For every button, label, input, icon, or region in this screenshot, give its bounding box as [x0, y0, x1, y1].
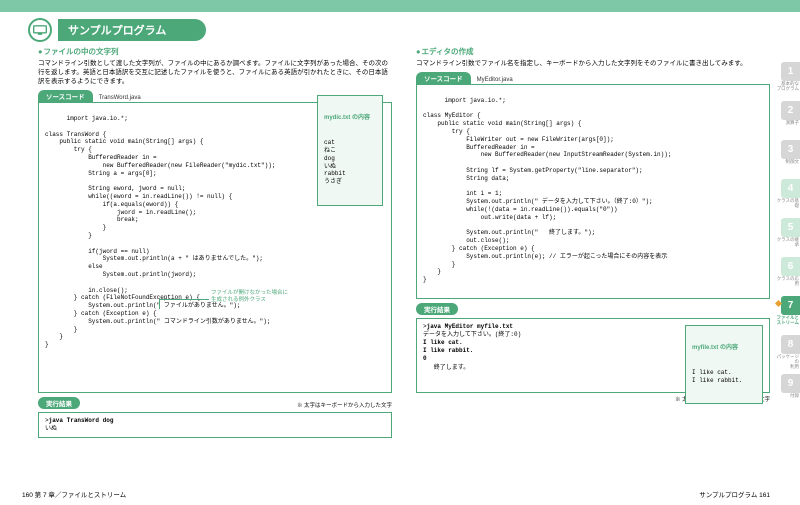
chapter-tabs: 1基本的なプログラム2演算子3制御文4クラスの基礎5クラスの継承6クラスの応用7…: [776, 62, 800, 413]
left-lead: コマンドライン引数として渡した文字列が、ファイルの中にあるか調べます。ファイルに…: [38, 59, 392, 86]
tab-number: 7: [781, 296, 800, 315]
footer-right: サンプルプログラム 161: [699, 489, 770, 499]
tab-number: 4: [781, 179, 800, 198]
tab-number: 6: [781, 257, 800, 276]
chapter-tab-2[interactable]: 2演算子: [776, 101, 800, 138]
tab-number: 3: [781, 140, 800, 159]
right-result-label: 実行結果: [416, 303, 458, 315]
chapter-tab-7[interactable]: 7ファイルとストリーム: [776, 296, 800, 333]
left-code: import java.io.*; class TransWord { publ…: [45, 115, 275, 348]
tab-label: 基本的なプログラム: [776, 82, 800, 92]
tab-label: 制御文: [776, 160, 800, 165]
left-column: ファイルの中の文字列 コマンドライン引数として渡した文字列が、ファイルの中にある…: [38, 46, 392, 438]
right-code-box: import java.io.*; class MyEditor { publi…: [416, 84, 770, 299]
right-lead: コマンドライン引数でファイル名を指定し、キーボードから入力した文字列をそのファイ…: [416, 59, 770, 68]
chapter-tab-4[interactable]: 4クラスの基礎: [776, 179, 800, 216]
tab-number: 2: [781, 101, 800, 120]
mydic-title: mydic.txt の内容: [324, 115, 376, 123]
right-code: import java.io.*; class MyEditor { publi…: [423, 97, 671, 283]
mydic-box: mydic.txt の内容 cat ねこ dog いぬ rabbit うさぎ: [317, 95, 383, 205]
chapter-tab-5[interactable]: 5クラスの継承: [776, 218, 800, 255]
section-title: サンプルプログラム: [28, 18, 800, 42]
source-label: ソースコード: [38, 90, 93, 102]
right-column: エディタの作成 コマンドライン引数でファイル名を指定し、キーボードから入力した文…: [416, 46, 770, 438]
chapter-tab-9[interactable]: 9付録: [776, 374, 800, 411]
source-label: ソースコード: [416, 72, 471, 84]
tab-label: クラスの継承: [776, 238, 800, 248]
annotation-arrow-v: [159, 299, 160, 309]
myfile-body: I like cat. I like rabbit.: [692, 369, 756, 385]
annotation-arrow: [159, 299, 209, 300]
source-filename: MyEditor.java: [477, 77, 513, 83]
tab-label: パッケージの利用: [776, 355, 800, 370]
chapter-tab-6[interactable]: 6クラスの応用: [776, 257, 800, 294]
chapter-tab-8[interactable]: 8パッケージの利用: [776, 335, 800, 372]
chapter-tab-1[interactable]: 1基本的なプログラム: [776, 62, 800, 99]
left-result-box: >java TransWord dog いぬ: [38, 412, 392, 438]
right-heading: エディタの作成: [416, 46, 770, 57]
tab-label: ファイルとストリーム: [776, 316, 800, 326]
tab-label: クラスの基礎: [776, 199, 800, 209]
myfile-title: myfile.txt の内容: [692, 345, 756, 353]
chapter-tab-3[interactable]: 3制御文: [776, 140, 800, 177]
right-result-box: >java MyEditor myfile.txt データを入力して下さい。(終…: [416, 318, 770, 393]
left-heading: ファイルの中の文字列: [38, 46, 392, 57]
tab-number: 8: [781, 335, 800, 354]
page-footer: 160 第 7 章／ファイルとストリーム サンプルプログラム 161: [0, 489, 800, 499]
left-code-box: import java.io.*; class TransWord { publ…: [38, 102, 392, 393]
exception-annotation: ファイルが開けなかった場合に 生成される例外クラス: [211, 290, 288, 303]
left-result-label: 実行結果: [38, 397, 80, 409]
source-filename: TransWord.java: [99, 95, 141, 101]
top-bar: [0, 0, 800, 12]
tab-label: 演算子: [776, 121, 800, 126]
myfile-box: myfile.txt の内容 I like cat. I like rabbit…: [685, 325, 763, 404]
right-src-header: ソースコード MyEditor.java: [416, 72, 770, 84]
tab-number: 9: [781, 374, 800, 393]
tab-label: 付録: [776, 394, 800, 399]
mydic-body: cat ねこ dog いぬ rabbit うさぎ: [324, 139, 376, 186]
monitor-icon: [28, 18, 52, 42]
tab-label: クラスの応用: [776, 277, 800, 287]
tab-number: 1: [781, 62, 800, 81]
left-result-input: java TransWord dog: [49, 417, 114, 424]
section-title-text: サンプルプログラム: [58, 19, 206, 41]
tab-number: 5: [781, 218, 800, 237]
left-note: ※ 太字はキーボードから入力した文字: [297, 401, 392, 409]
footer-left: 160 第 7 章／ファイルとストリーム: [22, 489, 126, 499]
